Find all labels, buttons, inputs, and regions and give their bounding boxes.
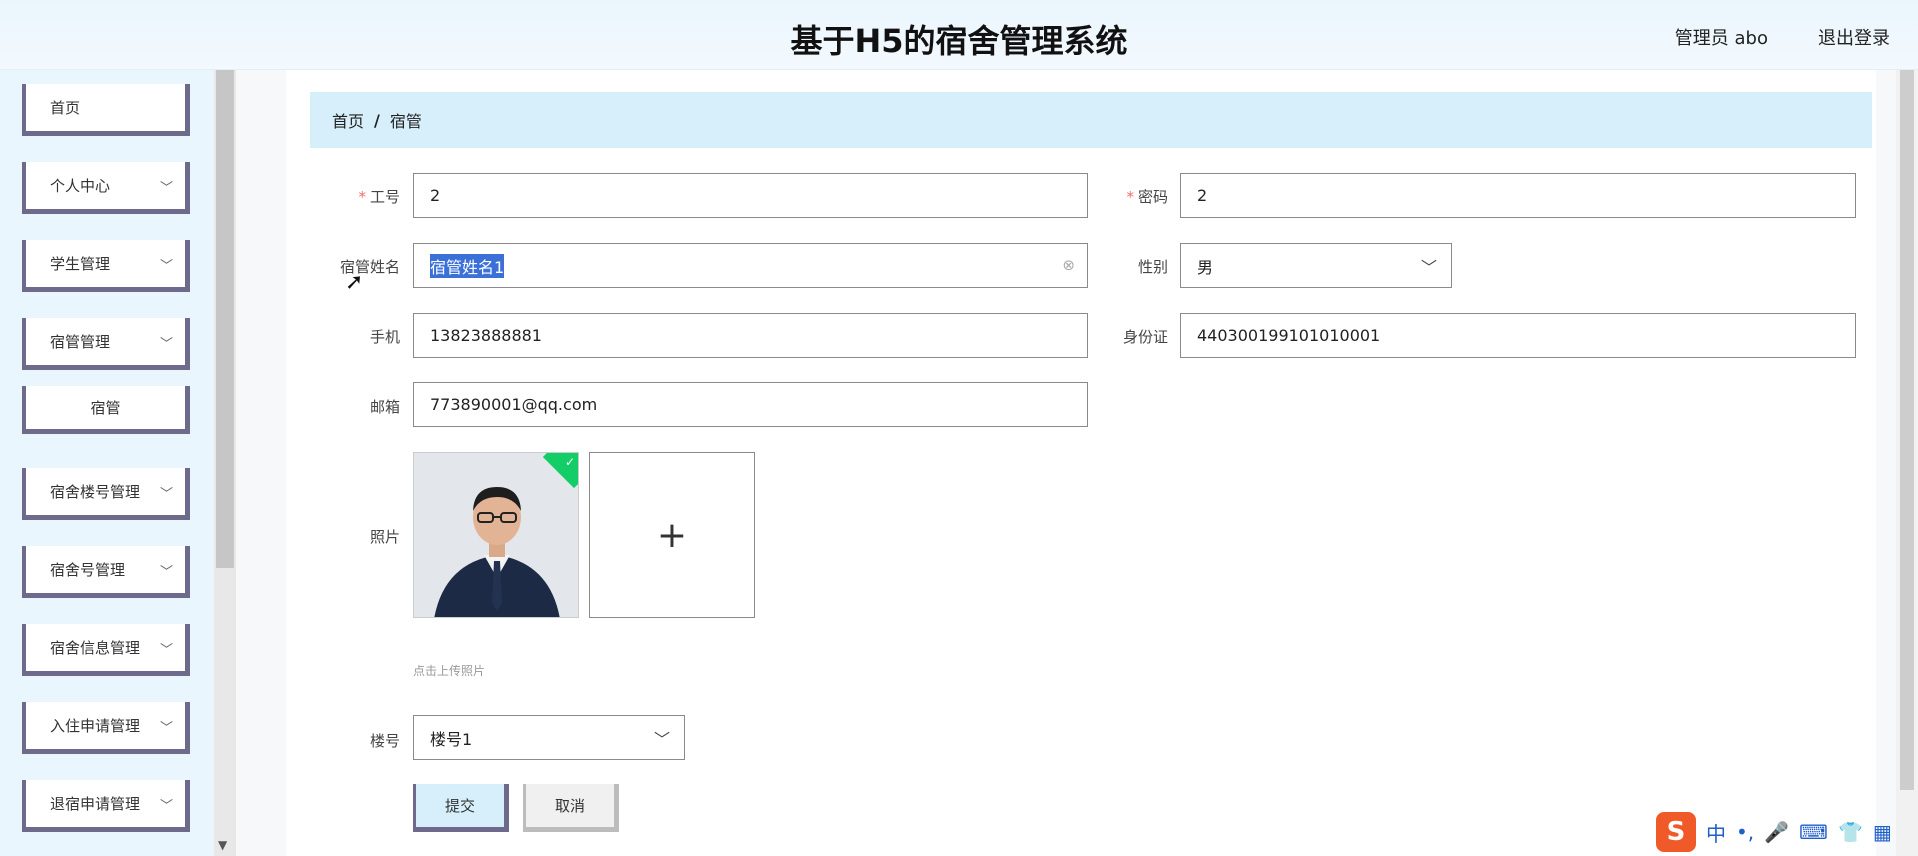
current-user: 管理员 abo [1674,28,1768,49]
sogou-logo-icon[interactable]: S [1656,812,1696,852]
gonghao-label: * 工号 [358,188,400,206]
gonghao-input[interactable]: 2 [413,173,1088,218]
skin-shirt-icon[interactable]: 👕 [1838,820,1863,844]
sidebar-item-checkin-application[interactable]: 入住申请管理 ﹀ [22,702,190,754]
sidebar-item-label: 入住申请管理 [50,717,141,735]
uploaded-photo[interactable]: ✓ [413,452,579,618]
logout-link[interactable]: 退出登录 [1818,24,1890,50]
ime-language[interactable]: 中 [1706,818,1726,847]
shouji-label: 手机 [369,328,400,346]
chevron-down-icon: ﹀ [159,643,173,658]
cancel-button[interactable]: 取消 [523,784,619,832]
sidebar-item-label: 退宿申请管理 [50,795,141,813]
sidebar-item-checkout-application[interactable]: 退宿申请管理 ﹀ [22,780,190,832]
sidebar-item-label: 学生管理 [50,255,111,273]
grid-menu-icon[interactable]: ▦ [1873,820,1892,844]
chevron-down-icon: ﹀ [159,487,173,502]
sidebar-item-label: 宿舍信息管理 [50,639,141,657]
shenfenzheng-label: 身份证 [1122,328,1168,346]
sidebar-item-personal-center[interactable]: 个人中心 ﹀ [22,162,190,214]
xingbie-label: 性别 [1137,258,1168,276]
sidebar-item-label: 宿管 [90,399,121,417]
sidebar-scroll-thumb[interactable] [216,70,234,568]
sidebar-item-label: 宿管管理 [50,333,111,351]
xingbie-select[interactable]: 男 ﹀ [1180,243,1452,288]
sidebar-item-label: 宿舍号管理 [50,561,126,579]
sidebar-item-building-management[interactable]: 宿舍楼号管理 ﹀ [22,468,190,520]
sidebar-item-label: 宿舍楼号管理 [50,483,141,501]
page-scrollbar[interactable] [1896,70,1918,856]
mima-input[interactable]: 2 [1180,173,1856,218]
breadcrumb: 首页 / 宿管 [310,92,1872,148]
chevron-down-icon: ﹀ [653,730,670,749]
zhaopian-label: 照片 [369,528,400,546]
upload-button[interactable]: + [589,452,755,618]
ime-punctuation[interactable]: •, [1736,820,1754,844]
plus-icon: + [656,514,688,556]
chevron-down-icon: ﹀ [1420,258,1437,277]
mouse-cursor-icon: ➚ [345,270,364,295]
sidebar-item-student-management[interactable]: 学生管理 ﹀ [22,240,190,292]
xingming-input[interactable]: 宿管姓名1 ⊗ [413,243,1088,288]
youxiang-label: 邮箱 [369,398,400,416]
sidebar-subitem-dorm-manager[interactable]: 宿管 [22,386,190,434]
scroll-down-arrow-icon[interactable]: ▼ [218,838,227,852]
top-header: 基于H5的宿舍管理系统 管理员 abo 退出登录 [0,0,1918,70]
shouji-input[interactable]: 13823888881 [413,313,1088,358]
sidebar-item-label: 首页 [50,99,81,117]
youxiang-input[interactable]: 773890001@qq.com [413,382,1088,427]
louhao-select[interactable]: 楼号1 ﹀ [413,715,685,760]
page-scroll-thumb[interactable] [1900,70,1914,790]
submit-button[interactable]: 提交 [413,784,509,832]
louhao-label: 楼号 [369,732,400,750]
xingming-label: 宿管姓名 [339,258,400,276]
sidebar-item-dorm-info-management[interactable]: 宿舍信息管理 ﹀ [22,624,190,676]
chevron-down-icon: ﹀ [159,259,173,274]
required-mark: * [358,188,366,206]
shenfenzheng-input[interactable]: 440300199101010001 [1180,313,1856,358]
upload-hint: 点击上传照片 [413,664,486,678]
chevron-down-icon: ﹀ [159,181,173,196]
chevron-down-icon: ﹀ [159,721,173,736]
sidebar-item-label: 个人中心 [50,177,111,195]
keyboard-icon[interactable]: ⌨ [1799,820,1828,844]
sidebar-item-home[interactable]: 首页 [22,84,190,136]
sidebar-scrollbar[interactable]: ▼ [214,70,236,856]
chevron-down-icon: ﹀ [159,799,173,814]
sidebar: 首页 个人中心 ﹀ 学生管理 ﹀ 宿管管理 ﹀ 宿管 宿舍楼号管理 ﹀ 宿舍号管… [0,70,236,856]
chevron-down-icon: ﹀ [159,337,173,352]
required-mark: * [1126,188,1134,206]
breadcrumb-separator: / [374,110,380,130]
check-icon: ✓ [564,455,575,469]
chevron-down-icon: ﹀ [159,565,173,580]
microphone-icon[interactable]: 🎤 [1764,820,1789,844]
breadcrumb-current: 宿管 [389,112,422,131]
sidebar-item-room-management[interactable]: 宿舍号管理 ﹀ [22,546,190,598]
ime-toolbar: S 中 •, 🎤 ⌨ 👕 ▦ [1650,808,1918,856]
person-photo-image [414,453,578,617]
sidebar-item-dorm-manager-management[interactable]: 宿管管理 ﹀ [22,318,190,370]
mima-label: * 密码 [1126,188,1168,206]
breadcrumb-home[interactable]: 首页 [332,108,364,132]
clear-icon[interactable]: ⊗ [1062,256,1075,274]
page-title: 基于H5的宿舍管理系统 [790,22,1128,60]
